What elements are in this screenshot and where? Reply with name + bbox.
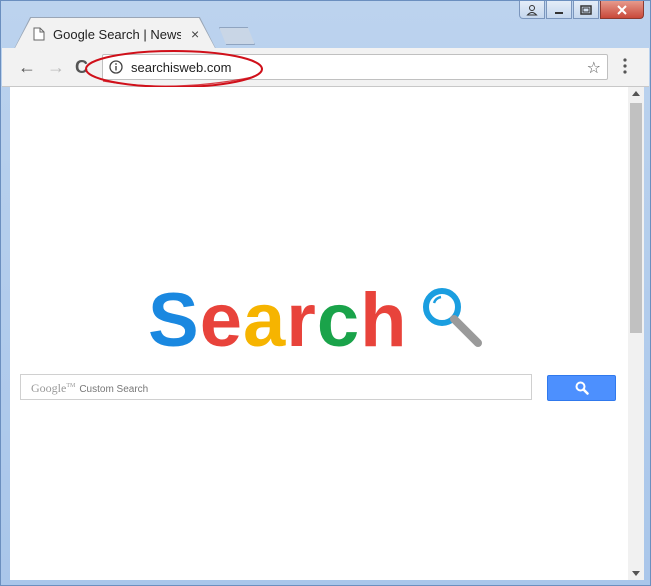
user-icon xyxy=(526,4,538,15)
tab-title: Google Search | News se xyxy=(53,27,181,42)
placeholder-text: Custom Search xyxy=(79,384,149,395)
page-icon xyxy=(33,27,45,41)
search-placeholder: GoogleTM Custom Search xyxy=(31,381,148,396)
minimize-button[interactable] xyxy=(546,1,572,19)
logo-letter: a xyxy=(242,278,287,363)
scroll-up-icon[interactable] xyxy=(631,89,641,97)
tab-close-button[interactable]: × xyxy=(191,26,199,42)
google-brand-label: GoogleTM xyxy=(31,381,76,395)
scroll-down-icon[interactable] xyxy=(631,570,641,578)
new-tab-button[interactable] xyxy=(219,27,255,45)
vertical-scrollbar[interactable] xyxy=(628,87,644,580)
logo-wordmark: Search xyxy=(148,283,408,359)
scrollbar-thumb[interactable] xyxy=(630,103,642,333)
page-viewport: Search GoogleTM Custom Search xyxy=(10,87,628,580)
logo-letter: r xyxy=(286,278,317,363)
forward-button[interactable]: → xyxy=(47,58,65,76)
restore-icon xyxy=(580,4,592,15)
browser-window: Google Search | News se × ← → C searchis… xyxy=(0,0,651,586)
maximize-button[interactable] xyxy=(573,1,599,19)
window-controls xyxy=(519,1,644,19)
minimize-icon xyxy=(555,11,563,14)
magnifier-logo-icon xyxy=(423,288,482,347)
custom-search-input[interactable]: GoogleTM Custom Search xyxy=(20,374,532,400)
close-window-button[interactable] xyxy=(600,1,644,19)
bookmark-star-icon[interactable]: ☆ xyxy=(587,58,601,78)
back-button[interactable]: ← xyxy=(18,58,36,76)
search-button[interactable] xyxy=(547,375,616,401)
logo-letter: h xyxy=(360,278,408,363)
close-icon xyxy=(617,4,627,15)
logo-letter: S xyxy=(148,278,200,363)
logo-letter: e xyxy=(199,278,243,363)
user-profile-button[interactable] xyxy=(519,1,545,19)
search-icon xyxy=(575,381,589,395)
menu-icon[interactable] xyxy=(622,58,628,74)
logo-letter: c xyxy=(316,278,361,363)
search-logo: Search xyxy=(148,283,408,359)
